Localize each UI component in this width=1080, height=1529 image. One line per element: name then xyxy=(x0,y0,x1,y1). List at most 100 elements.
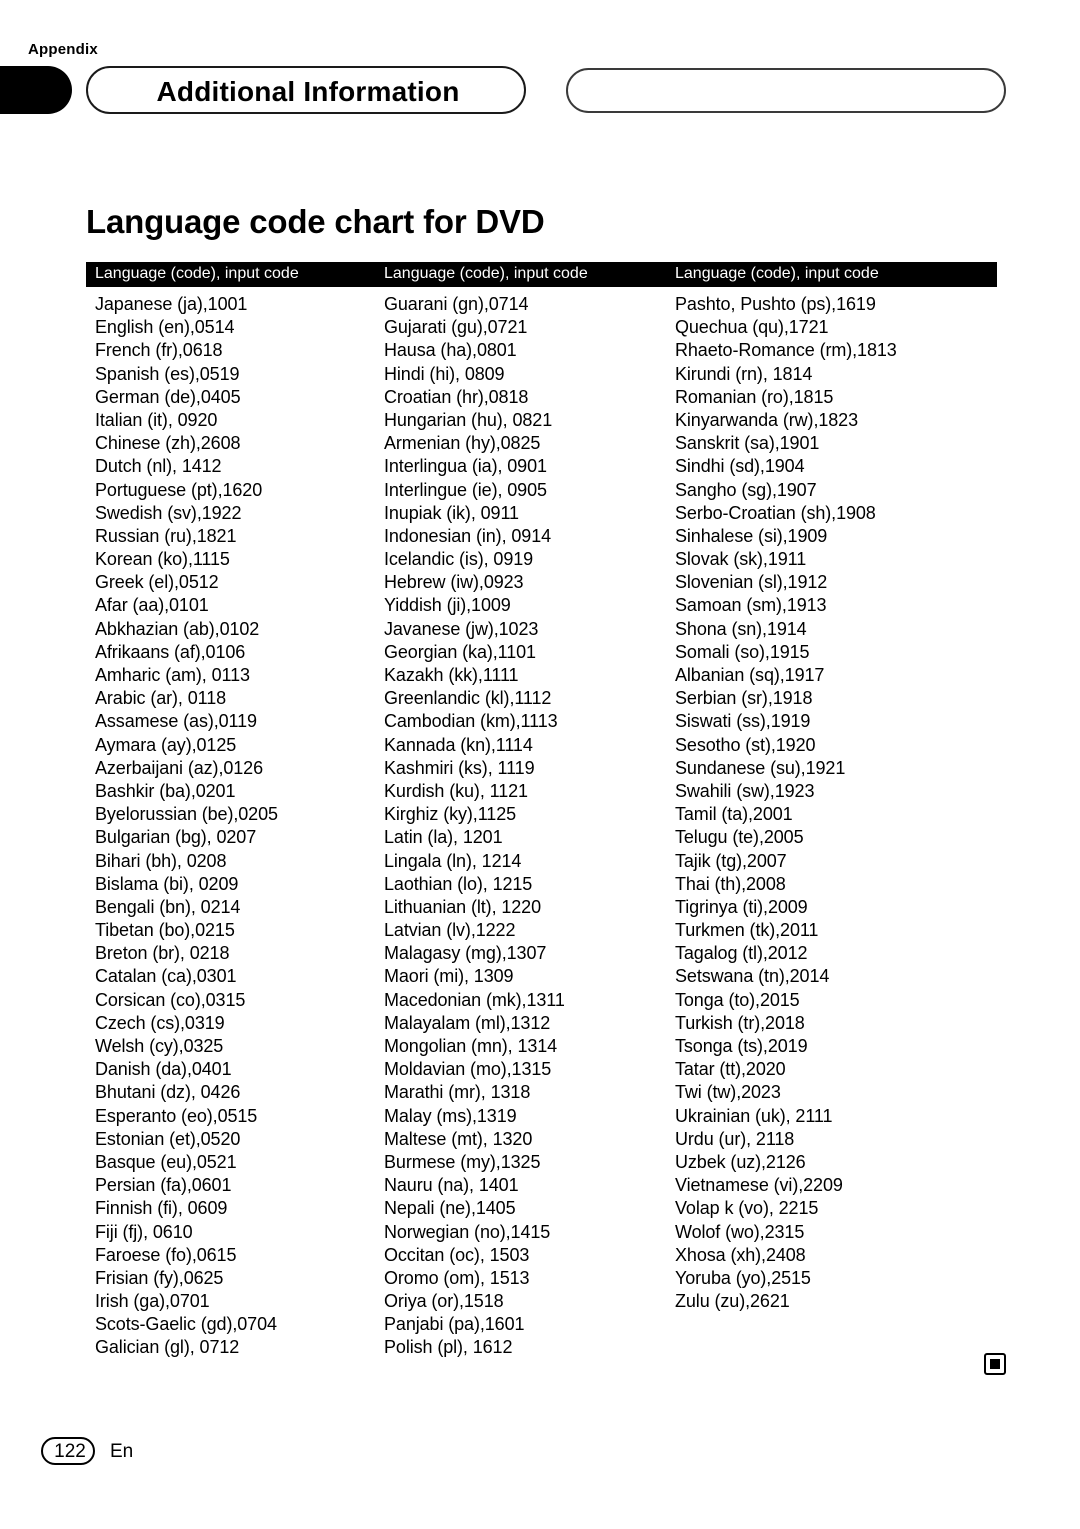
language-entry: Mongolian (mn), 1314 xyxy=(384,1036,558,1056)
language-entry: Maori (mi), 1309 xyxy=(384,966,514,987)
language-entry: Xhosa (xh),2408 xyxy=(675,1244,806,1265)
language-entry: French (fr),0618 xyxy=(95,340,223,361)
language-entry: Spanish (es),0519 xyxy=(95,363,240,384)
language-entry: Persian (fa),0601 xyxy=(95,1175,232,1196)
language-entry: Occitan (oc), 1503 xyxy=(384,1244,530,1265)
language-entry: Oriya (or),1518 xyxy=(384,1291,504,1312)
language-entry: Italian (it), 0920 xyxy=(95,409,218,430)
language-entry: Russian (ru),1821 xyxy=(95,525,237,546)
language-entry: Nepali (ne),1405 xyxy=(384,1198,516,1219)
column-header-2: Language (code), input code xyxy=(384,265,588,282)
language-entry: Albanian (sq),1917 xyxy=(675,665,825,685)
language-entry: Basque (eu),0521 xyxy=(95,1151,237,1172)
language-entry: Serbo-Croatian (sh),1908 xyxy=(675,502,876,523)
language-entry: Telugu (te),2005 xyxy=(675,827,804,848)
language-entry: Gujarati (gu),0721 xyxy=(384,317,528,338)
language-entry: Turkmen (tk),2011 xyxy=(675,920,819,941)
language-entry: Vietnamese (vi),2209 xyxy=(675,1175,843,1196)
section-title: Language code chart for DVD xyxy=(86,203,545,240)
language-entry: Siswati (ss),1919 xyxy=(675,711,811,732)
page-number-badge: 122 xyxy=(41,1437,95,1465)
language-entry: Tajik (tg),2007 xyxy=(675,850,787,871)
end-of-section-marker-icon xyxy=(984,1353,1006,1375)
column-header-3: Language (code), input code xyxy=(675,265,879,282)
language-entry: Finnish (fi), 0609 xyxy=(95,1198,228,1219)
language-entry: Slovak (sk),1911 xyxy=(675,549,807,570)
language-entry: Polish (pl), 1612 xyxy=(384,1337,513,1358)
language-entry: Twi (tw),2023 xyxy=(675,1082,781,1103)
language-entry: Galician (gl), 0712 xyxy=(95,1337,240,1358)
language-entry: Tibetan (bo),0215 xyxy=(95,920,235,941)
language-entry: Sinhalese (si),1909 xyxy=(675,525,828,546)
language-entry: Kashmiri (ks), 1119 xyxy=(384,757,535,778)
language-entry: Kinyarwanda (rw),1823 xyxy=(675,409,858,430)
language-entry: Interlingua (ia), 0901 xyxy=(384,456,547,477)
language-entry: Malay (ms),1319 xyxy=(384,1105,517,1126)
language-entry: Fiji (fj), 0610 xyxy=(95,1221,193,1242)
language-entry: Frisian (fy),0625 xyxy=(95,1267,224,1288)
language-entry: Afrikaans (af),0106 xyxy=(95,641,246,662)
language-entry: Maltese (mt), 1320 xyxy=(384,1128,533,1149)
language-entry: Irish (ga),0701 xyxy=(95,1291,210,1312)
table-body: Japanese (ja),1001 English (en),0514 Frenc… xyxy=(86,293,997,1357)
language-entry: Assamese (as),0119 xyxy=(95,711,257,732)
language-entry: Sindhi (sd),1904 xyxy=(675,456,805,477)
language-entry: English (en),0514 xyxy=(95,317,235,338)
language-entry: Czech (cs),0319 xyxy=(95,1012,225,1033)
language-entry: Sanskrit (sa),1901 xyxy=(675,433,820,454)
language-entry: Greenlandic (kl),1112 xyxy=(384,688,552,709)
language-entry: Tigrinya (ti),2009 xyxy=(675,896,808,917)
appendix-label: Appendix xyxy=(28,41,98,58)
end-of-section-marker-inner xyxy=(990,1359,1000,1369)
language-entry: Interlingue (ie), 0905 xyxy=(384,479,547,500)
language-entry: Greek (el),0512 xyxy=(95,572,219,593)
language-entry: Sangho (sg),1907 xyxy=(675,479,817,500)
language-entry: Setswana (tn),2014 xyxy=(675,966,830,987)
footer-language-code: En xyxy=(110,1441,134,1462)
language-entry: Afar (aa),0101 xyxy=(95,595,209,616)
language-entry: Breton (br), 0218 xyxy=(95,943,230,964)
language-entry: Scots-Gaelic (gd),0704 xyxy=(95,1314,277,1335)
language-entry: Hindi (hi), 0809 xyxy=(384,363,505,384)
page-title: Additional Information xyxy=(156,76,460,107)
language-entry: Uzbek (uz),2126 xyxy=(675,1151,806,1172)
language-entry: Estonian (et),0520 xyxy=(95,1128,241,1149)
language-entry: Malayalam (ml),1312 xyxy=(384,1012,551,1033)
language-entry: Icelandic (is), 0919 xyxy=(384,549,534,570)
language-entry: Malagasy (mg),1307 xyxy=(384,943,547,964)
language-entry: Abkhazian (ab),0102 xyxy=(95,618,260,639)
language-entry: Tagalog (tl),2012 xyxy=(675,943,808,964)
language-entry: Azerbaijani (az),0126 xyxy=(95,757,263,778)
language-entry: Urdu (ur), 2118 xyxy=(675,1128,795,1149)
language-entry: Georgian (ka),1101 xyxy=(384,641,536,662)
language-entry: Bihari (bh), 0208 xyxy=(95,850,227,871)
page-header: Additional Information xyxy=(0,66,1080,114)
language-entry: Bislama (bi), 0209 xyxy=(95,873,239,894)
language-entry: Portuguese (pt),1620 xyxy=(95,479,263,500)
language-entry: Latin (la), 1201 xyxy=(384,827,503,848)
language-entry: Japanese (ja),1001 xyxy=(95,294,248,314)
language-entry: Sundanese (su),1921 xyxy=(675,757,846,778)
language-entry: Thai (th),2008 xyxy=(675,873,786,894)
language-entry: Amharic (am), 0113 xyxy=(95,665,250,685)
language-entry: Croatian (hr),0818 xyxy=(384,386,529,407)
language-entry: Latvian (lv),1222 xyxy=(384,920,516,941)
language-entry: Tonga (to),2015 xyxy=(675,989,800,1010)
language-column-1: Japanese (ja),1001 English (en),0514 Frenc… xyxy=(95,293,385,1360)
language-entry: Oromo (om), 1513 xyxy=(384,1267,530,1288)
language-code-table: Language (code), input code Language (co… xyxy=(86,262,997,1357)
language-entry: Catalan (ca),0301 xyxy=(95,966,237,987)
language-entry: Bashkir (ba),0201 xyxy=(95,780,236,801)
header-title-pill: Additional Information xyxy=(86,66,526,114)
language-entry: Hausa (ha),0801 xyxy=(384,340,517,361)
language-entry: Cambodian (km),1113 xyxy=(384,711,558,732)
header-empty-pill xyxy=(566,68,1006,113)
language-entry: Armenian (hy),0825 xyxy=(384,433,541,454)
language-entry: Tatar (tt),2020 xyxy=(675,1059,786,1080)
language-entry: Slovenian (sl),1912 xyxy=(675,572,828,593)
language-entry: Norwegian (no),1415 xyxy=(384,1221,551,1242)
language-entry: Danish (da),0401 xyxy=(95,1059,232,1080)
language-entry: Bengali (bn), 0214 xyxy=(95,896,241,917)
language-entry: Byelorussian (be),0205 xyxy=(95,804,278,825)
language-entry: Turkish (tr),2018 xyxy=(675,1012,805,1033)
